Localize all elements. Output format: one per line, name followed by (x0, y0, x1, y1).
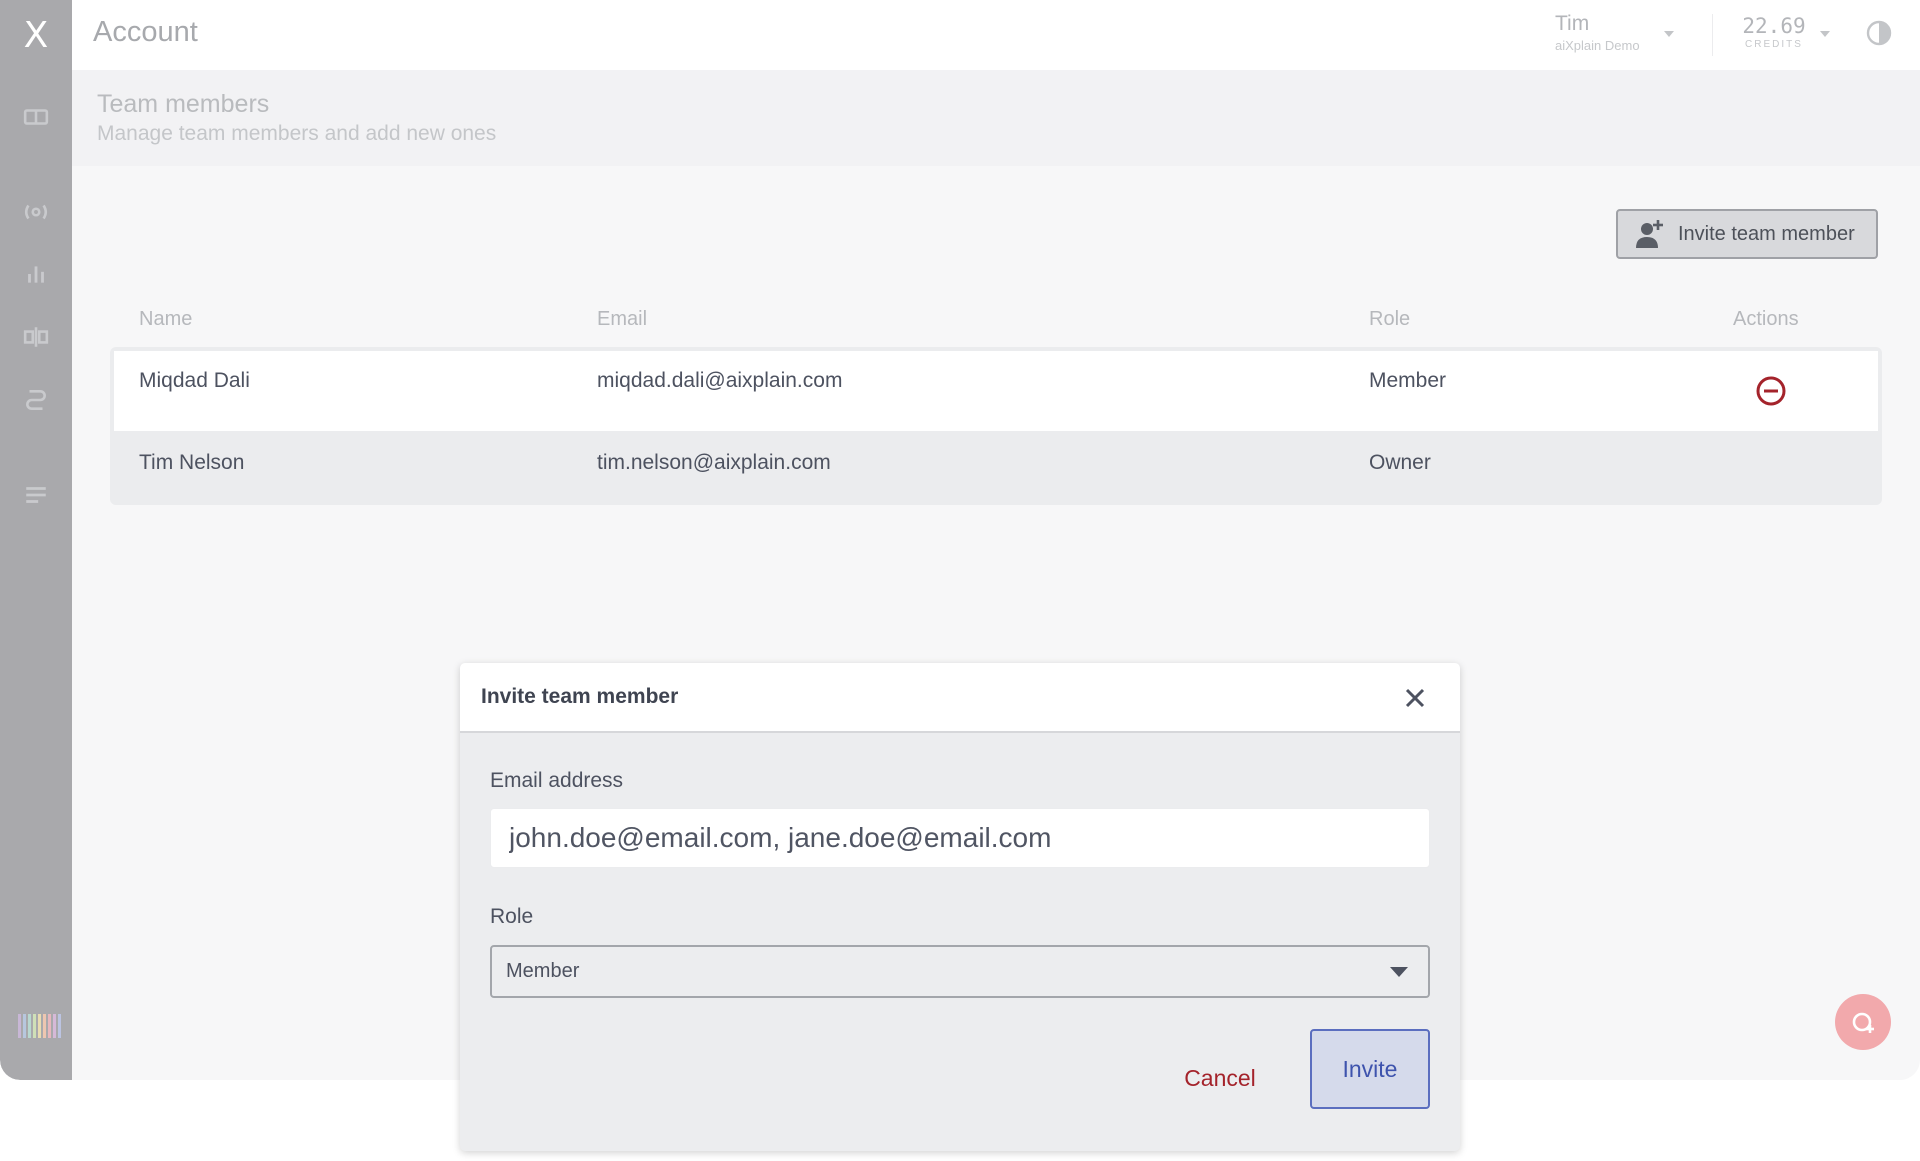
column-header-name: Name (139, 308, 193, 330)
team-members-table (110, 347, 1882, 505)
column-header-email: Email (597, 308, 648, 330)
invite-team-member-label: Invite team member (1678, 222, 1855, 245)
section-header (72, 70, 1920, 166)
broadcast-icon[interactable] (20, 196, 52, 228)
section-title: Team members (97, 90, 270, 118)
credits-display[interactable]: 22.69 CREDITS (1742, 14, 1806, 50)
app-logo[interactable]: X (0, 0, 72, 70)
modal-header: Invite team member (460, 663, 1460, 733)
invite-modal: Invite team member Email address Role Me… (460, 663, 1460, 1151)
user-org: aiXplain Demo (1555, 38, 1640, 53)
pipeline-icon[interactable] (20, 384, 52, 416)
email-field[interactable] (490, 808, 1430, 868)
member-role: Owner (1369, 451, 1431, 474)
invite-button[interactable]: Invite (1310, 1029, 1430, 1109)
credits-label: CREDITS (1745, 39, 1803, 50)
chevron-down-icon (1390, 967, 1408, 977)
member-email: tim.nelson@aixplain.com (597, 451, 831, 474)
topbar-divider (1712, 14, 1713, 56)
user-menu[interactable]: Tim aiXplain Demo (1555, 12, 1640, 53)
close-icon[interactable] (1400, 683, 1430, 713)
user-name: Tim (1555, 12, 1590, 35)
role-select[interactable]: Member (490, 945, 1430, 998)
theme-toggle-icon[interactable] (1866, 20, 1892, 46)
chevron-down-icon[interactable] (1664, 31, 1674, 37)
modal-title: Invite team member (481, 685, 679, 708)
topbar (72, 0, 1920, 70)
brand-mark-icon (18, 1014, 61, 1038)
swap-icon[interactable] (20, 321, 52, 353)
member-email: miqdad.dali@aixplain.com (597, 369, 843, 392)
role-select-value: Member (506, 960, 580, 982)
bar-chart-icon[interactable] (20, 258, 52, 290)
cancel-button[interactable]: Cancel (1160, 1048, 1280, 1108)
list-icon[interactable] (20, 479, 52, 511)
email-label: Email address (490, 769, 624, 792)
role-label: Role (490, 905, 534, 928)
section-subtitle: Manage team members and add new ones (97, 122, 497, 145)
column-header-role: Role (1369, 308, 1411, 330)
remove-member-icon[interactable] (1755, 375, 1787, 407)
credits-value: 22.69 (1742, 14, 1806, 38)
invite-team-member-button[interactable]: Invite team member (1616, 209, 1878, 259)
member-name: Tim Nelson (139, 451, 245, 474)
chat-icon (1852, 1012, 1874, 1033)
add-user-icon (1636, 220, 1663, 248)
table-row (114, 351, 1878, 431)
page-title: Account (93, 16, 198, 48)
chevron-down-icon[interactable] (1820, 31, 1830, 37)
dashboard-icon[interactable] (20, 101, 52, 133)
sidebar: X (0, 0, 72, 1080)
member-role: Member (1369, 369, 1447, 392)
support-chat-button[interactable] (1835, 994, 1891, 1050)
column-header-actions: Actions (1733, 308, 1799, 330)
member-name: Miqdad Dali (139, 369, 250, 392)
